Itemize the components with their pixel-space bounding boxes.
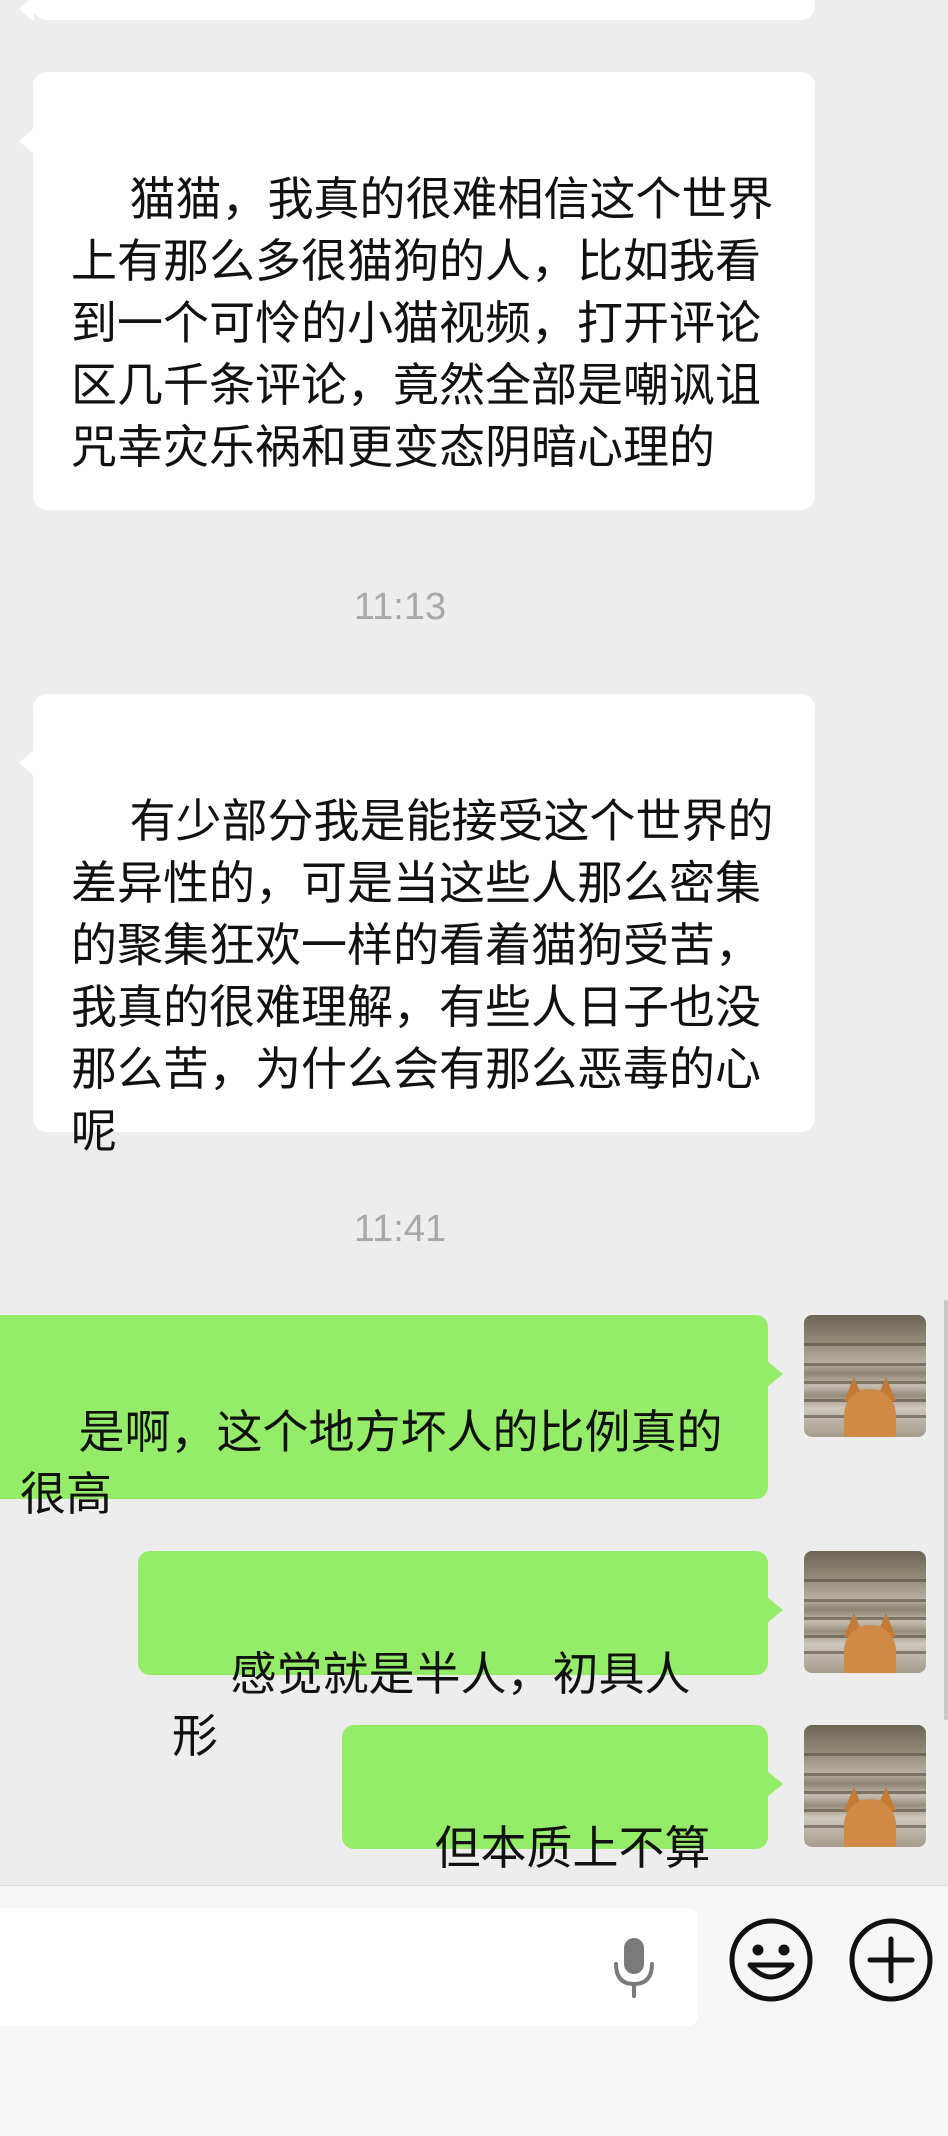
outgoing-message-bubble[interactable]: 但本质上不算人 — [342, 1725, 783, 1885]
chat-message-list[interactable]: 猫猫，我真的很难相信这个世界上有那么多很猫狗的人，比如我看到一个可怜的小猫视频，… — [0, 0, 948, 1885]
message-input[interactable] — [0, 1908, 698, 2026]
timestamp: 11:13 — [353, 586, 447, 628]
scrollbar[interactable] — [944, 1300, 948, 1720]
user-avatar[interactable] — [804, 1315, 926, 1437]
message-text: 猫猫，我真的很难相信这个世界上有那么多很猫狗的人，比如我看到一个可怜的小猫视频，… — [71, 172, 774, 474]
message-text: 有少部分我是能接受这个世界的差异性的，可是当这些人那么密集的聚集狂欢一样的看着猫… — [71, 794, 774, 1158]
emoji-icon[interactable] — [728, 1917, 814, 2003]
outgoing-message-bubble[interactable]: 感觉就是半人，初具人形 — [138, 1551, 783, 1763]
incoming-message-bubble[interactable]: 猫猫，我真的很难相信这个世界上有那么多很猫狗的人，比如我看到一个可怜的小猫视频，… — [19, 72, 815, 510]
user-avatar[interactable] — [804, 1551, 926, 1673]
incoming-message-bubble[interactable]: 有少部分我是能接受这个世界的差异性的，可是当这些人那么密集的聚集狂欢一样的看着猫… — [19, 694, 815, 1158]
input-bar — [0, 1885, 948, 2136]
plus-icon[interactable] — [848, 1917, 934, 2003]
message-text: 是啊，这个地方坏人的比例真的很高 — [20, 1405, 723, 1521]
timestamp: 11:41 — [353, 1208, 447, 1250]
previous-message-bubble[interactable] — [19, 0, 815, 22]
outgoing-message-bubble[interactable]: 是啊，这个地方坏人的比例真的很高 — [0, 1315, 783, 1521]
message-text: 但本质上不算人 — [376, 1821, 711, 1885]
microphone-icon[interactable] — [608, 1934, 660, 2000]
user-avatar[interactable] — [804, 1725, 926, 1847]
